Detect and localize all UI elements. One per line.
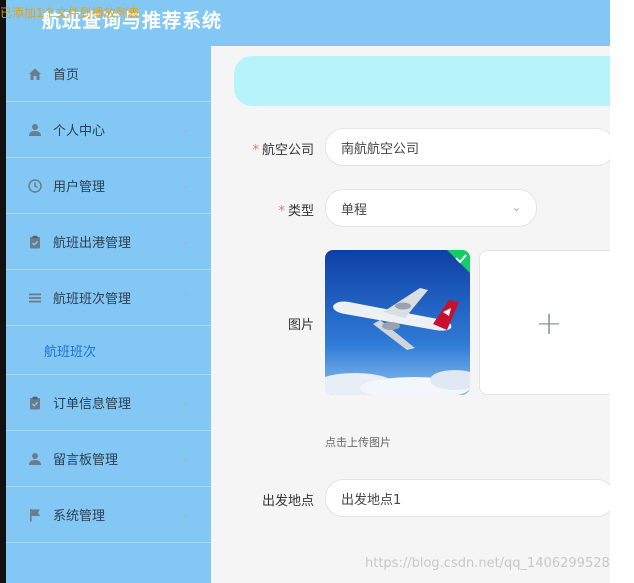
list-icon	[28, 291, 42, 305]
sidebar-item-label: 个人中心	[53, 124, 106, 139]
chevron-down-icon: ⌄	[180, 124, 189, 135]
sidebar-item-profile[interactable]: 个人中心 ⌄	[6, 102, 211, 158]
sidebar-item-label: 首页	[53, 68, 80, 83]
sidebar-item-label: 用户管理	[53, 180, 106, 195]
chevron-down-icon: ⌄	[180, 509, 189, 520]
departure-label: 出发地点	[261, 494, 314, 509]
watermark: https://blog.csdn.net/qq_1406299528	[365, 556, 610, 571]
home-icon	[28, 67, 42, 81]
page-right-margin	[610, 0, 634, 583]
user-icon	[28, 452, 42, 466]
sidebar-item-orders[interactable]: 订单信息管理 ⌄	[6, 375, 211, 431]
sidebar-item-label: 系统管理	[53, 509, 106, 524]
sidebar-item-users[interactable]: 用户管理 ⌄	[6, 158, 211, 214]
required-asterisk: *	[252, 143, 259, 158]
departure-value: 出发地点1	[341, 492, 402, 508]
departure-input[interactable]: 出发地点1	[325, 479, 615, 517]
sidebar-item-label: 航班出港管理	[53, 236, 132, 251]
sidebar-item-label: 航班班次管理	[53, 292, 132, 307]
airline-input[interactable]: 南航航空公司	[325, 128, 615, 166]
breadcrumb-banner	[234, 56, 614, 106]
sidebar-subitem-flight-schedule[interactable]: 航班班次	[6, 326, 211, 375]
sidebar: 首页 个人中心 ⌄ 用户管理 ⌄ 航班出港管理 ⌄ 航班班次管理 ⌃ 航班班次 …	[6, 46, 211, 583]
chevron-down-icon: ⌄	[180, 397, 189, 408]
sidebar-item-schedules[interactable]: 航班班次管理 ⌃	[6, 270, 211, 326]
image-label: 图片	[287, 318, 314, 333]
sidebar-item-label: 留言板管理	[53, 453, 119, 468]
flag-icon	[28, 508, 42, 522]
airplane-photo	[325, 250, 470, 395]
sidebar-item-home[interactable]: 首页	[6, 46, 211, 102]
chevron-down-icon: ⌄	[180, 236, 189, 247]
clock-icon	[28, 178, 42, 193]
type-select[interactable]: 单程 ⌄	[325, 189, 537, 227]
chevron-down-icon: ⌄	[180, 180, 189, 191]
chevron-down-icon: ⌄	[511, 201, 521, 214]
airline-label: * 航空公司	[252, 143, 314, 158]
player-notification: 已添加1个文件到播放列表	[0, 6, 140, 20]
sidebar-item-departures[interactable]: 航班出港管理 ⌄	[6, 214, 211, 270]
type-value: 单程	[341, 202, 368, 218]
type-label: * 类型	[278, 204, 314, 219]
sidebar-item-messages[interactable]: 留言板管理 ⌄	[6, 431, 211, 487]
required-asterisk: *	[278, 204, 285, 219]
chevron-up-icon: ⌃	[180, 292, 189, 303]
upload-hint: 点击上传图片	[325, 436, 391, 449]
upload-add-button[interactable]: +	[479, 250, 619, 395]
sidebar-item-system[interactable]: 系统管理 ⌄	[6, 487, 211, 543]
main-content: * 航空公司 南航航空公司 * 类型 单程 ⌄ 图片 + 点击上传图片 出发地点…	[211, 46, 619, 583]
uploaded-image-thumbnail[interactable]	[325, 250, 470, 395]
clipboard-icon	[28, 396, 42, 410]
sidebar-item-label: 订单信息管理	[53, 397, 132, 412]
plus-icon: +	[535, 303, 563, 342]
user-icon	[28, 123, 42, 137]
airline-value: 南航航空公司	[341, 141, 420, 157]
clipboard-icon	[28, 235, 42, 249]
chevron-down-icon: ⌄	[180, 453, 189, 464]
